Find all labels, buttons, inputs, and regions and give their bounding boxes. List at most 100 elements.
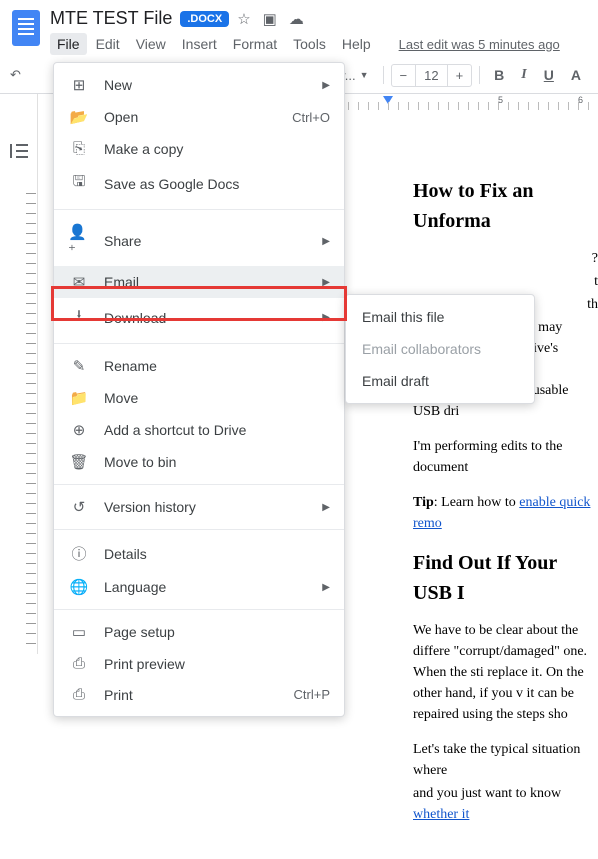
last-edit-link[interactable]: Last edit was 5 minutes ago <box>392 34 567 55</box>
menu-item-language[interactable]: 🌐 Language ▶ <box>54 571 344 603</box>
menu-item-label: Email <box>104 274 314 290</box>
star-icon[interactable]: ☆ <box>237 10 250 28</box>
shortcut-label: Ctrl+P <box>294 687 330 702</box>
vertical-ruler <box>26 184 36 644</box>
menu-item-label: Language <box>104 579 314 595</box>
font-size-stepper[interactable]: − 12 + <box>391 64 473 87</box>
chevron-down-icon: ▼ <box>360 70 369 80</box>
menu-item-label: Move to bin <box>104 454 330 470</box>
menu-item-label: Make a copy <box>104 141 330 157</box>
print-preview-icon: ⎙ <box>68 655 90 672</box>
doc-paragraph: We have to be clear about the differe "c… <box>413 620 598 725</box>
shortcut-label: Ctrl+O <box>292 110 330 125</box>
chevron-right-icon: ▶ <box>322 277 330 288</box>
submenu-item-email-this-file[interactable]: Email this file <box>346 301 534 333</box>
menu-item-print-preview[interactable]: ⎙ Print preview <box>54 648 344 679</box>
language-icon: 🌐 <box>68 578 90 596</box>
email-submenu: Email this fileEmail collaboratorsEmail … <box>345 294 535 404</box>
undo-icon[interactable]: ↶ <box>10 67 21 83</box>
menu-file[interactable]: File <box>50 33 87 55</box>
bold-button[interactable]: B <box>487 63 511 87</box>
italic-button[interactable]: I <box>514 63 533 87</box>
menu-divider <box>54 484 344 485</box>
menu-item-label: Page setup <box>104 624 330 640</box>
open-icon: 📂 <box>68 108 90 126</box>
outline-toggle-icon[interactable] <box>10 144 28 158</box>
add-a-shortcut-to-drive-icon: ⊕ <box>68 421 90 439</box>
chevron-right-icon: ▶ <box>322 582 330 593</box>
new-icon: ⊞ <box>68 76 90 94</box>
menu-item-label: Download <box>104 310 314 326</box>
chevron-right-icon: ▶ <box>322 502 330 513</box>
decrease-font-icon[interactable]: − <box>392 65 416 86</box>
menu-item-download[interactable]: ⭳ Download ▶ <box>54 298 344 337</box>
font-size-value[interactable]: 12 <box>415 65 447 86</box>
menu-item-open[interactable]: 📂 OpenCtrl+O <box>54 101 344 133</box>
share-icon: 👤⁺ <box>68 223 90 259</box>
menu-item-rename[interactable]: ✎ Rename <box>54 350 344 382</box>
document-title[interactable]: MTE TEST File <box>50 8 172 29</box>
make-a-copy-icon: ⎘ <box>68 140 90 157</box>
print-icon: ⎙ <box>68 686 90 703</box>
doc-paragraph: Tip: Learn how to enable quick remo <box>413 492 598 534</box>
rename-icon: ✎ <box>68 357 90 375</box>
menu-insert[interactable]: Insert <box>175 33 224 55</box>
doc-paragraph: I'm performing edits to the document <box>413 436 598 478</box>
menu-item-label: Move <box>104 390 330 406</box>
menu-divider <box>54 529 344 530</box>
menu-item-label: Add a shortcut to Drive <box>104 422 330 438</box>
menu-item-label: Open <box>104 109 292 125</box>
doc-paragraph: and you just want to know whether it <box>413 783 598 825</box>
menu-help[interactable]: Help <box>335 33 378 55</box>
download-icon: ⭳ <box>68 305 90 330</box>
menu-item-add-a-shortcut-to-drive[interactable]: ⊕ Add a shortcut to Drive <box>54 414 344 446</box>
menu-format[interactable]: Format <box>226 33 284 55</box>
menubar: File Edit View Insert Format Tools Help … <box>50 33 586 55</box>
chevron-right-icon: ▶ <box>322 312 330 323</box>
doc-link[interactable]: whether it <box>413 807 469 822</box>
menu-view[interactable]: View <box>129 33 173 55</box>
details-icon: ⓘ <box>68 543 90 564</box>
menu-item-label: Rename <box>104 358 330 374</box>
chevron-right-icon: ▶ <box>322 236 330 247</box>
menu-divider <box>54 343 344 344</box>
underline-button[interactable]: U <box>537 63 561 87</box>
menu-edit[interactable]: Edit <box>89 33 127 55</box>
doc-paragraph: t <box>413 271 598 292</box>
menu-tools[interactable]: Tools <box>286 33 333 55</box>
menu-item-version-history[interactable]: ↺ Version history ▶ <box>54 491 344 523</box>
doc-heading-1: How to Fix an Unforma <box>413 176 598 236</box>
menu-divider <box>54 609 344 610</box>
menu-item-label: Details <box>104 546 330 562</box>
page-setup-icon: ▭ <box>68 623 90 641</box>
doc-heading-2: Find Out If Your USB I <box>413 548 598 608</box>
menu-item-label: Print <box>104 687 294 703</box>
menu-item-label: Print preview <box>104 656 330 672</box>
menu-item-new[interactable]: ⊞ New ▶ <box>54 69 344 101</box>
menu-item-share[interactable]: 👤⁺Share▶ <box>54 216 344 266</box>
submenu-item-email-draft[interactable]: Email draft <box>346 365 534 397</box>
menu-item-label: Version history <box>104 499 314 515</box>
menu-item-print[interactable]: ⎙ PrintCtrl+P <box>54 679 344 710</box>
version-history-icon: ↺ <box>68 498 90 516</box>
doc-paragraph: ? <box>413 248 598 269</box>
menu-item-label: New <box>104 77 314 93</box>
doc-paragraph: Let's take the typical situation where <box>413 739 598 781</box>
menu-item-move[interactable]: 📁 Move <box>54 382 344 414</box>
chevron-right-icon: ▶ <box>322 80 330 91</box>
menu-item-details[interactable]: ⓘ Details <box>54 536 344 571</box>
move-icon: 📁 <box>68 389 90 407</box>
move-folder-icon[interactable]: ▣ <box>263 10 277 28</box>
menu-item-page-setup[interactable]: ▭ Page setup <box>54 616 344 648</box>
menu-item-email[interactable]: ✉Email▶ <box>54 266 344 298</box>
cloud-status-icon: ☁ <box>289 10 304 28</box>
menu-item-move-to-bin[interactable]: 🗑 Move to bin <box>54 446 344 478</box>
move-to-bin-icon: 🗑 <box>68 453 90 471</box>
menu-item-save-as-google-docs[interactable]: 🖫Save as Google Docs <box>54 164 344 203</box>
menu-item-make-a-copy[interactable]: ⎘ Make a copy <box>54 133 344 164</box>
docs-app-icon[interactable] <box>12 10 40 46</box>
menu-divider <box>54 209 344 210</box>
increase-font-icon[interactable]: + <box>448 65 472 86</box>
text-color-button[interactable]: A <box>564 63 588 87</box>
save-as-google-docs-icon: 🖫 <box>68 171 90 196</box>
